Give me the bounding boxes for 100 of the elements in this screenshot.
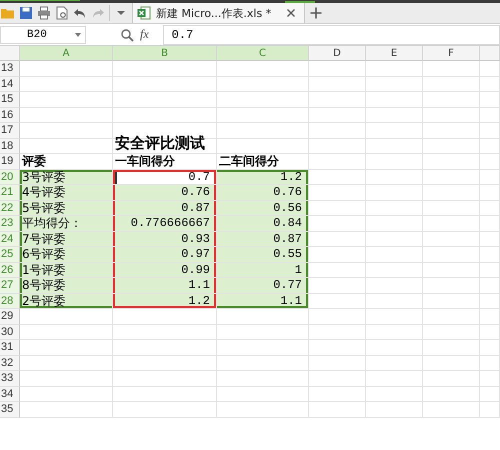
table-cell[interactable] [366, 262, 423, 278]
table-cell[interactable] [423, 92, 480, 108]
table-cell[interactable] [217, 371, 309, 386]
table-cell[interactable] [366, 294, 423, 309]
table-cell[interactable] [480, 185, 500, 200]
table-cell[interactable] [309, 356, 366, 371]
table-cell[interactable] [423, 294, 480, 309]
column-header[interactable]: F [423, 46, 480, 61]
table-cell[interactable] [20, 371, 113, 386]
table-cell[interactable]: 1.1 [113, 278, 217, 294]
table-cell[interactable] [366, 232, 423, 247]
column-header[interactable]: D [309, 46, 366, 61]
table-cell[interactable] [309, 262, 366, 278]
table-cell[interactable] [217, 402, 309, 418]
table-cell[interactable] [309, 340, 366, 356]
save-icon[interactable] [19, 6, 33, 20]
table-cell[interactable]: 0.87 [113, 200, 217, 216]
table-cell[interactable] [20, 61, 113, 76]
row-number[interactable]: 13 [0, 61, 20, 76]
table-cell[interactable] [366, 402, 423, 418]
table-cell[interactable] [309, 92, 366, 108]
table-cell[interactable] [217, 92, 309, 108]
table-cell[interactable] [366, 123, 423, 138]
table-cell[interactable]: 0.55 [217, 247, 309, 262]
row-number[interactable]: 21 [0, 185, 20, 200]
table-cell[interactable] [423, 200, 480, 216]
table-cell[interactable] [113, 340, 217, 356]
table-cell[interactable]: 0.776666667 [113, 216, 217, 232]
table-cell[interactable] [309, 278, 366, 294]
row-number[interactable]: 29 [0, 309, 20, 324]
table-cell[interactable] [20, 92, 113, 108]
name-box[interactable]: B20 [0, 26, 86, 44]
table-cell[interactable] [423, 309, 480, 324]
table-cell[interactable] [217, 123, 309, 138]
table-cell[interactable] [423, 324, 480, 340]
table-cell[interactable]: 0.77 [217, 278, 309, 294]
table-cell[interactable] [217, 309, 309, 324]
table-cell[interactable] [480, 278, 500, 294]
table-cell[interactable] [113, 371, 217, 386]
row-number[interactable]: 30 [0, 324, 20, 340]
table-cell[interactable] [113, 108, 217, 123]
table-cell[interactable] [366, 170, 423, 185]
row-number[interactable]: 14 [0, 76, 20, 92]
table-cell[interactable] [309, 138, 366, 154]
table-cell[interactable] [366, 386, 423, 402]
table-cell[interactable] [113, 76, 217, 92]
preview-icon[interactable] [55, 6, 69, 20]
table-cell[interactable] [20, 386, 113, 402]
table-cell[interactable] [366, 200, 423, 216]
table-cell[interactable] [423, 61, 480, 76]
table-cell[interactable] [366, 371, 423, 386]
table-cell[interactable] [113, 356, 217, 371]
row-number[interactable]: 33 [0, 371, 20, 386]
table-cell[interactable] [366, 340, 423, 356]
table-cell[interactable] [366, 278, 423, 294]
table-cell[interactable] [423, 247, 480, 262]
table-cell[interactable]: 8号评委 [20, 278, 113, 294]
table-cell[interactable] [20, 76, 113, 92]
row-number[interactable]: 23 [0, 216, 20, 232]
table-cell[interactable]: 1.1 [217, 294, 309, 309]
table-cell[interactable] [366, 356, 423, 371]
table-cell[interactable] [217, 108, 309, 123]
table-cell[interactable]: 1号评委 [20, 262, 113, 278]
table-cell[interactable] [309, 185, 366, 200]
table-cell[interactable]: 0.84 [217, 216, 309, 232]
table-cell[interactable] [217, 76, 309, 92]
table-cell[interactable] [20, 356, 113, 371]
formula-field[interactable]: 0.7 [162, 24, 500, 44]
print-icon[interactable] [37, 6, 51, 20]
table-cell[interactable]: 0.56 [217, 200, 309, 216]
table-cell[interactable] [480, 294, 500, 309]
table-cell[interactable] [480, 170, 500, 185]
table-cell[interactable] [309, 76, 366, 92]
table-cell[interactable] [309, 309, 366, 324]
table-cell[interactable] [366, 61, 423, 76]
table-cell[interactable] [423, 76, 480, 92]
table-cell[interactable] [366, 309, 423, 324]
row-number[interactable]: 25 [0, 247, 20, 262]
table-cell[interactable] [423, 340, 480, 356]
undo-icon[interactable] [73, 6, 87, 20]
table-cell[interactable] [20, 340, 113, 356]
table-cell[interactable] [20, 138, 113, 154]
table-cell[interactable] [366, 76, 423, 92]
table-cell[interactable] [113, 61, 217, 76]
table-cell[interactable] [309, 200, 366, 216]
row-number[interactable]: 28 [0, 294, 20, 309]
table-cell[interactable] [113, 386, 217, 402]
select-all-corner[interactable] [0, 46, 20, 61]
table-cell[interactable] [423, 154, 480, 170]
table-cell[interactable] [113, 402, 217, 418]
table-cell[interactable] [366, 154, 423, 170]
table-cell[interactable] [366, 138, 423, 154]
table-cell[interactable] [309, 371, 366, 386]
row-number[interactable]: 24 [0, 232, 20, 247]
row-number[interactable]: 17 [0, 123, 20, 138]
table-cell[interactable] [309, 386, 366, 402]
table-cell[interactable] [480, 324, 500, 340]
table-cell[interactable] [217, 324, 309, 340]
table-cell[interactable] [480, 61, 500, 76]
table-cell[interactable] [423, 386, 480, 402]
